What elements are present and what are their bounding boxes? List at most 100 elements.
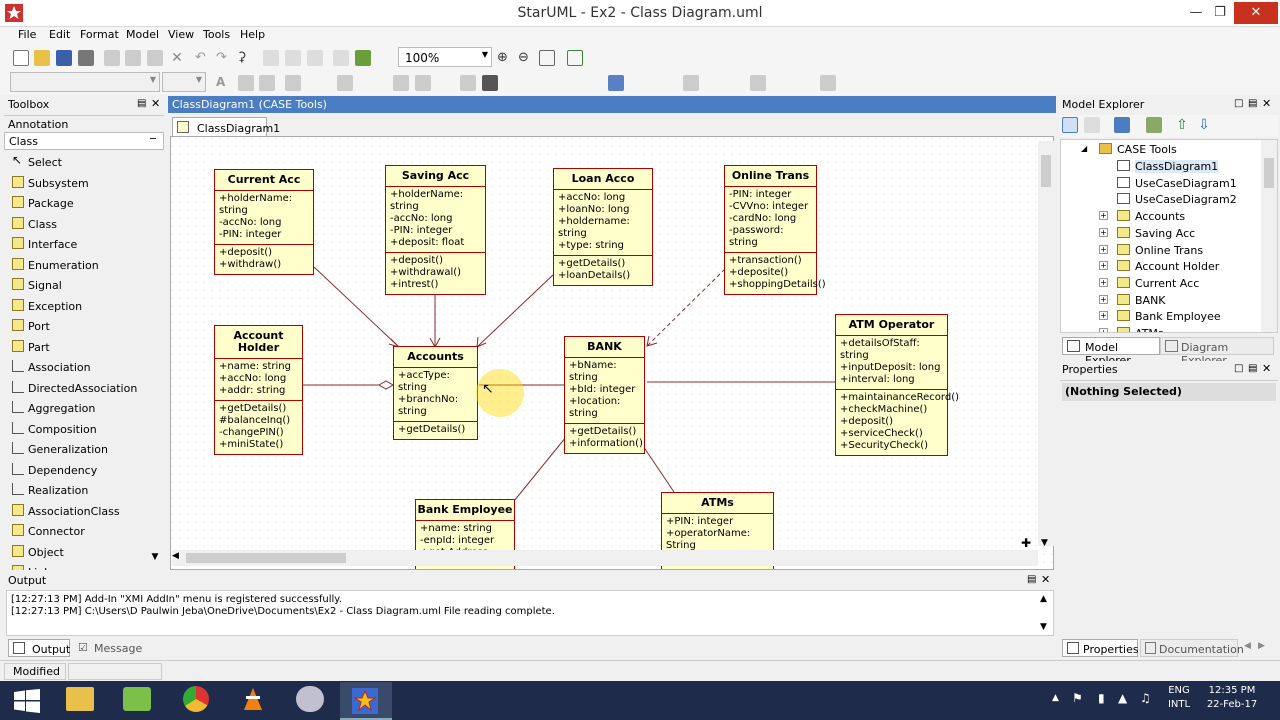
expand-icon[interactable]: + [1099,261,1108,271]
expand-icon[interactable]: + [1099,277,1108,287]
tab-classdiagram1[interactable]: ClassDiagram1 [172,117,280,136]
expand-icon[interactable]: + [1099,328,1108,332]
uml-class-bank[interactable]: BANK +bName: string +bId: integer +location… [564,336,645,454]
sort-icon[interactable] [1062,117,1078,133]
save-icon[interactable] [56,50,72,66]
add-element-icon[interactable] [1146,117,1162,133]
uml-class-accounts[interactable]: Accounts +accType: string +branchNo: strin… [393,346,478,440]
uml-class-saving-acc[interactable]: Saving Acc +holderName: string -accNo: lon… [385,165,486,295]
toolbox-group-class[interactable]: Class ─ [4,132,164,150]
expand-icon[interactable]: + [1099,244,1108,254]
close-icon[interactable]: ✕ [1262,362,1271,375]
toolbox-item-dependency[interactable]: Dependency [8,460,158,480]
align-middle-icon[interactable] [750,75,766,91]
toolbox-item-select[interactable]: ↖ Select [8,152,158,172]
plugin-icon[interactable] [355,50,371,66]
toolbox-item-composition[interactable]: Composition [8,419,158,439]
tab-output[interactable]: Output [8,639,70,657]
tray-expand-icon[interactable]: ▲ [1052,693,1059,703]
restore-icon[interactable]: ❐ [1206,2,1234,24]
menu-edit[interactable]: Edit [49,28,70,41]
app-icon[interactable] [123,687,151,711]
scroll-up-icon[interactable]: ▲ [1040,594,1047,604]
line-color-icon[interactable] [259,75,275,91]
toolbox-item-enumeration[interactable]: Enumeration [8,255,158,275]
validate-icon[interactable] [567,50,583,66]
expand-icon[interactable]: ◢ [1081,144,1087,153]
zoom-in-icon[interactable]: ⊕ [497,50,513,66]
uml-class-atm-operator[interactable]: ATM Operator +detailsOfStaff: string +inpu… [835,314,959,456]
redo-icon[interactable]: ↷ [216,50,232,66]
toolbox-item-port[interactable]: Port [8,316,158,336]
expand-icon[interactable]: + [1099,211,1108,221]
paste-icon[interactable] [147,50,163,66]
menu-tools[interactable]: Tools [203,28,230,41]
maximize-icon[interactable]: □ [1234,98,1243,109]
move-down-icon[interactable]: ⇩ [1196,117,1212,133]
pin-icon[interactable]: ▤ [1248,363,1257,374]
zoom-combo[interactable]: 100% ▼ [398,47,492,67]
uml-class-current-acc[interactable]: Current Acc +holderName: string -accNo: lo… [214,169,314,275]
font-size-combo[interactable]: ▼ [162,72,206,92]
fill-color-icon[interactable] [238,75,254,91]
clock[interactable]: 12:35 PM 22-Feb-17 [1200,685,1264,710]
sort-type-icon[interactable] [1084,117,1100,133]
toolbox-item-connector[interactable]: Connector [8,521,158,541]
delete-icon[interactable]: ✕ [169,50,185,66]
chrome-icon[interactable] [183,686,209,712]
diagram-canvas[interactable]: Current Acc +holderName: string -accNo: lo… [170,136,1054,570]
tab-diagram-explorer[interactable]: Diagram Explorer [1160,337,1274,367]
uml-class-account-holder[interactable]: Account Holder +name: string +accNo: long +… [214,325,303,455]
expand-icon[interactable]: + [1099,311,1108,321]
uml-class-online-trans[interactable]: Online Trans -PIN: integer -CVVno: integer… [724,165,826,295]
copy-icon[interactable] [125,50,141,66]
tab-properties[interactable]: Properties [1062,639,1139,657]
toolbox-item-realization[interactable]: Realization [8,480,158,500]
tab-message[interactable]: ☑ Message [74,639,142,657]
scroll-thumb[interactable] [1264,158,1274,188]
layout3-icon[interactable] [307,50,323,66]
toolbox-item-aggregation[interactable]: Aggregation [8,398,158,418]
vertical-scrollbar[interactable] [1038,141,1054,546]
pin-icon[interactable]: ▤ [137,98,146,109]
toolbox-item-exception[interactable]: Exception [8,296,158,316]
toolbox-item-subsystem[interactable]: Subsystem [8,173,158,193]
scroll-thumb[interactable] [186,553,346,563]
print-icon[interactable] [78,50,94,66]
find-icon[interactable]: ⚳ [237,50,253,66]
toolbox-item-association[interactable]: Association [8,357,158,377]
menu-view[interactable]: View [168,28,194,41]
layout2-icon[interactable] [285,50,301,66]
toolbox-group-annotation[interactable]: Annotation [4,115,164,132]
flag-icon[interactable]: ⚑ [1072,691,1083,705]
cut-icon[interactable] [104,50,120,66]
scroll-down-icon[interactable]: ▼ [146,552,164,566]
auto-resize-icon[interactable] [337,75,353,91]
toolbox-item-directedassociation[interactable]: DirectedAssociation [8,378,158,398]
battery-icon[interactable]: ▮ [1098,691,1105,705]
maximize-icon[interactable]: □ [1234,363,1243,374]
close-icon[interactable]: ✕ [1041,573,1050,586]
layout-icon[interactable] [263,50,279,66]
toolbox-item-link[interactable]: Link [8,562,158,570]
align-top-icon[interactable] [683,75,699,91]
volume-icon[interactable]: ♫ [1140,691,1151,705]
undo-icon[interactable]: ↶ [195,50,211,66]
expand-icon[interactable]: + [1099,294,1108,304]
new-icon[interactable] [13,50,29,66]
toolbox-item-signal[interactable]: Signal [8,275,158,295]
toolbox-item-part[interactable]: Part [8,337,158,357]
toolbox-item-generalization[interactable]: Generalization [8,439,158,459]
line-style-icon[interactable] [285,75,301,91]
zoom-out-icon[interactable]: ⊖ [518,50,534,66]
snap-icon[interactable] [333,50,349,66]
file-explorer-icon[interactable] [66,687,94,711]
input-language[interactable]: ENG INTL [1164,685,1194,710]
windows-start-icon[interactable] [14,689,40,713]
align-left-icon[interactable] [393,75,409,91]
tree-scrollbar[interactable] [1261,140,1277,332]
group-icon[interactable] [608,75,624,91]
menu-file[interactable]: File [18,28,36,41]
vlc-icon[interactable] [240,686,266,712]
expand-icon[interactable]: + [1099,227,1108,237]
